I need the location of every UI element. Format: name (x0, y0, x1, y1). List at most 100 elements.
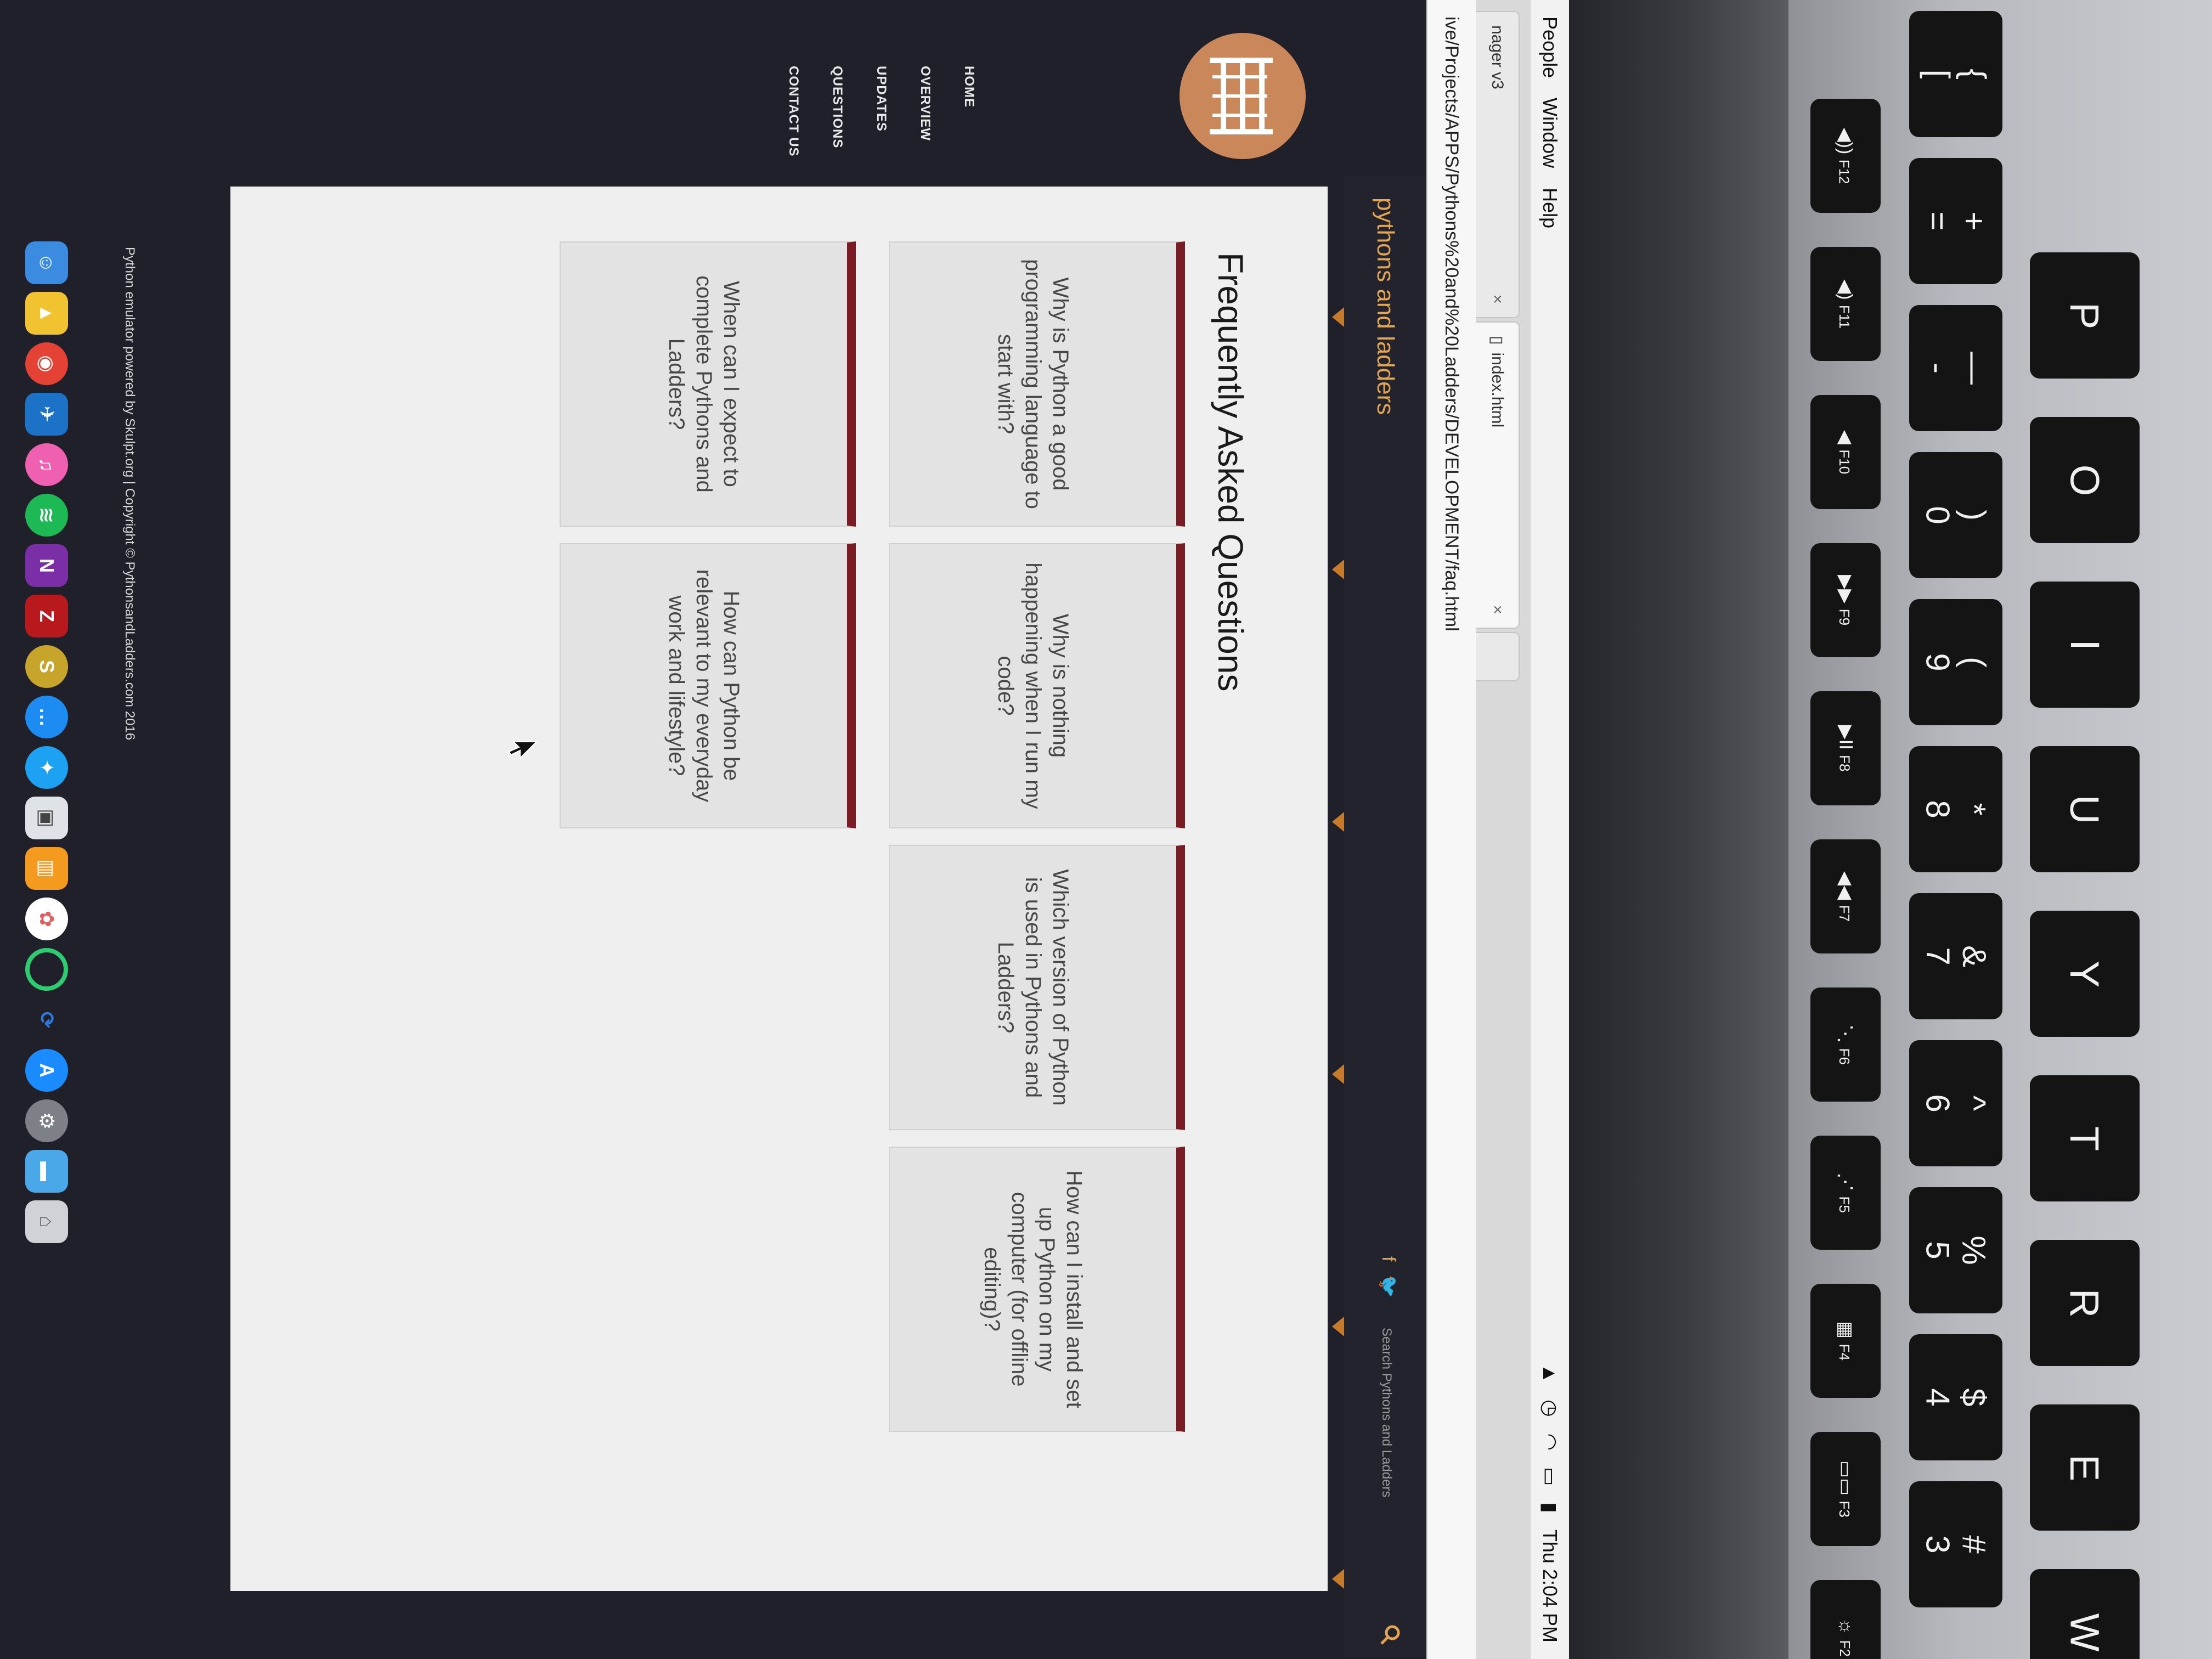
chrome-icon[interactable]: ◉ (25, 342, 68, 385)
function-key-4[interactable]: ▦ F4 (1810, 1284, 1881, 1398)
function-key-12[interactable]: ◀)) F12 (1810, 99, 1881, 213)
system-preferences-icon[interactable]: ⚙ (25, 1099, 68, 1142)
letter-key[interactable]: E (2030, 1404, 2140, 1531)
messages-icon[interactable]: … (25, 696, 68, 738)
key-icon: ◀ (1835, 430, 1856, 444)
battery-icon[interactable]: ▮ (1538, 1502, 1561, 1513)
twitter-icon[interactable]: ✦ (25, 746, 68, 789)
letter-key[interactable]: P (2030, 252, 2140, 379)
function-key-11[interactable]: ◀) F11 (1810, 247, 1881, 361)
circle-app-icon[interactable] (25, 948, 68, 991)
key-icon: ▶II (1835, 725, 1856, 750)
key-label: F10 (1836, 449, 1853, 475)
faq-card[interactable]: How can Python be relevant to my everyda… (560, 543, 856, 828)
drive-status-icon[interactable]: ▲ (1538, 1364, 1561, 1384)
drive-icon[interactable]: ▲ (25, 292, 68, 335)
number-key[interactable]: + = (1909, 158, 2002, 284)
skype-icon[interactable]: S (25, 645, 68, 688)
twitter-icon[interactable]: 🐦 (1377, 1274, 1399, 1297)
nav-overview[interactable]: OVERVIEW (917, 66, 933, 157)
key-label: F7 (1836, 905, 1853, 922)
key-icon: ⋱ (1835, 1024, 1856, 1043)
faq-question: Why is Python a good programming languag… (994, 259, 1073, 509)
wifi-icon[interactable]: ◠ (1538, 1434, 1561, 1451)
function-key-8[interactable]: ▶II F8 (1810, 691, 1881, 805)
function-key-5[interactable]: ⋰ F5 (1810, 1136, 1881, 1250)
facebook-icon[interactable]: f (1377, 1256, 1399, 1261)
number-key[interactable]: % 5 (1909, 1187, 2002, 1313)
faq-card[interactable]: Why is nothing happening when I run my c… (889, 543, 1185, 828)
appstore-icon[interactable]: A (25, 1049, 68, 1092)
preview-icon[interactable]: ▣ (25, 797, 68, 839)
letter-key[interactable]: T (2030, 1075, 2140, 1201)
letter-key[interactable]: Y (2030, 911, 2140, 1037)
search-input[interactable]: Search Pythons and Ladders (1368, 1317, 1404, 1624)
spotify-icon[interactable]: ≋ (25, 494, 68, 537)
letter-key[interactable]: O (2030, 417, 2140, 543)
key-icon: ▭▭ (1835, 1460, 1856, 1496)
key-icon: ▶▶ (1835, 574, 1856, 604)
number-key[interactable]: ) 0 (1909, 452, 2002, 578)
onenote-icon[interactable]: N (25, 544, 68, 587)
close-icon[interactable]: × (1488, 294, 1506, 304)
function-key-9[interactable]: ▶▶ F9 (1810, 543, 1881, 657)
function-key-7[interactable]: ◀◀ F7 (1810, 839, 1881, 953)
browser-tab[interactable]: nager v3 × (1476, 11, 1520, 318)
key-icon: ◀) (1835, 279, 1856, 300)
key-top-symbol: ( (1956, 657, 1993, 668)
function-key-6[interactable]: ⋱ F6 (1810, 988, 1881, 1102)
site-logo[interactable] (1180, 33, 1306, 159)
header-notch (1332, 307, 1344, 327)
faq-card[interactable]: When can I expect to complete Pythons an… (560, 241, 856, 527)
menu-item-window[interactable]: Window (1538, 98, 1561, 168)
photos-icon[interactable]: ✿ (25, 898, 68, 940)
page-icon: ▯ (1488, 336, 1506, 345)
address-bar[interactable]: ive/Projects/APPS/Pythons%20and%20Ladder… (1426, 0, 1476, 1659)
function-key-2[interactable]: ☼ F2 (1810, 1580, 1881, 1659)
faq-card[interactable]: How can I install and set up Python on m… (889, 1147, 1185, 1432)
key-bottom-symbol: 9 (1920, 653, 1956, 672)
itunes-icon[interactable]: ♫ (25, 443, 68, 486)
faq-card[interactable]: Which version of Python is used in Pytho… (889, 845, 1185, 1130)
key-top-symbol: $ (1956, 1388, 1993, 1407)
letter-key[interactable]: R (2030, 1240, 2140, 1366)
number-key[interactable]: * 8 (1909, 746, 2002, 872)
number-key[interactable]: ^ 6 (1909, 1040, 2002, 1166)
nav-questions[interactable]: QUESTIONS (830, 66, 845, 157)
number-key[interactable]: {[ (1909, 11, 2002, 137)
nav-contact-us[interactable]: CONTACT US (786, 66, 801, 157)
search-icon[interactable] (1379, 1624, 1401, 1646)
browser-tab-active[interactable]: ▯ index.html × (1476, 321, 1520, 629)
xcode-icon[interactable]: ✈ (25, 393, 68, 436)
faq-card[interactable]: Why is Python a good programming languag… (889, 241, 1185, 527)
function-key-10[interactable]: ◀ F10 (1810, 395, 1881, 509)
site-title[interactable]: pythons and ladders (1372, 198, 1399, 415)
menu-item-help[interactable]: Help (1538, 188, 1561, 228)
ibooks-icon[interactable]: ▥ (25, 847, 68, 890)
number-key[interactable]: (9 (1909, 599, 2002, 725)
number-key[interactable]: $4 (1909, 1334, 2002, 1460)
letter-key[interactable]: U (2030, 746, 2140, 872)
sync-icon[interactable]: ⟳ (25, 998, 68, 1041)
nav-home[interactable]: HOME (961, 66, 977, 157)
menu-clock[interactable]: Thu 2:04 PM (1538, 1530, 1561, 1643)
new-tab-button[interactable] (1476, 632, 1520, 681)
filezilla-icon[interactable]: Z (25, 595, 68, 637)
key-top-symbol: ^ (1956, 1095, 1993, 1111)
number-key[interactable]: — - (1909, 305, 2002, 431)
finder-icon[interactable]: ☺ (25, 241, 68, 284)
airplay-icon[interactable]: ▭ (1538, 1467, 1561, 1486)
function-key-3[interactable]: ▭▭ F3 (1810, 1432, 1881, 1546)
letter-key[interactable]: I (2030, 582, 2140, 708)
header-notch (1332, 1569, 1344, 1589)
number-key[interactable]: #3 (1909, 1481, 2002, 1607)
nav-updates[interactable]: UPDATES (873, 66, 889, 157)
menu-item-people[interactable]: People (1538, 16, 1561, 78)
time-machine-icon[interactable]: ◷ (1538, 1400, 1561, 1417)
letter-key[interactable]: W (2030, 1569, 2140, 1659)
number-key[interactable]: & 7 (1909, 893, 2002, 1019)
trash-icon[interactable]: ⌂ (25, 1200, 68, 1243)
folder-icon[interactable]: ▬ (25, 1150, 68, 1193)
close-icon[interactable]: × (1488, 605, 1506, 614)
key-label: F8 (1836, 755, 1853, 772)
